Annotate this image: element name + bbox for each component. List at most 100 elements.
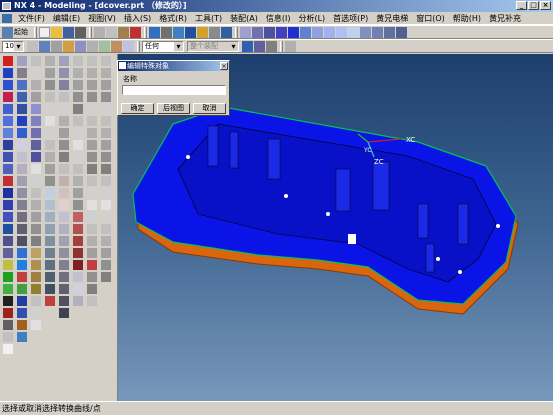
name-input[interactable] — [122, 85, 226, 95]
mate-component-icon[interactable] — [73, 80, 83, 90]
toolbar-grip[interactable] — [89, 26, 92, 38]
edge-blend-icon[interactable] — [3, 332, 13, 342]
delete-object-icon[interactable] — [45, 296, 55, 306]
table-icon[interactable] — [87, 248, 97, 258]
window-title-bar[interactable]: NX 4 - Modeling - [dcover.prt （修改的）] _ □… — [0, 0, 553, 12]
comparison-icon[interactable] — [59, 248, 69, 258]
constrain-face-icon[interactable] — [101, 236, 111, 246]
wcs-rotate-icon[interactable] — [87, 68, 97, 78]
pattern-face-icon[interactable] — [101, 176, 111, 186]
menu-help[interactable]: 帮助(H) — [449, 12, 485, 25]
section-curve-icon[interactable] — [31, 224, 41, 234]
chamfer-icon[interactable] — [3, 344, 13, 354]
thicken-icon[interactable] — [3, 260, 13, 270]
save-icon[interactable] — [63, 26, 74, 38]
select-icon[interactable] — [27, 40, 38, 52]
trim-body-icon[interactable] — [3, 272, 13, 282]
filter-reset-icon[interactable] — [242, 40, 253, 52]
bounded-plane-icon[interactable] — [17, 284, 27, 294]
menu-view[interactable]: 视图(V) — [84, 12, 120, 25]
reorder-icon[interactable] — [45, 80, 55, 90]
mirror-body-icon[interactable] — [17, 92, 27, 102]
menu-format[interactable]: 格式(R) — [155, 12, 191, 25]
plane-icon[interactable] — [63, 40, 74, 52]
bridge-icon[interactable] — [17, 224, 27, 234]
datum-csys-icon[interactable] — [87, 140, 97, 150]
curvature-icon[interactable] — [59, 116, 69, 126]
project-curve-icon[interactable] — [31, 200, 41, 210]
options-icon[interactable] — [87, 296, 97, 306]
open-folder-icon[interactable] — [51, 26, 62, 38]
sketch-icon[interactable] — [99, 40, 110, 52]
replace-feature-icon[interactable] — [45, 140, 55, 150]
datum-axis-icon[interactable] — [87, 128, 97, 138]
revolve-icon[interactable] — [3, 80, 13, 90]
swept-icon[interactable] — [17, 272, 27, 282]
wcs-display-icon[interactable] — [87, 92, 97, 102]
shaded-icon[interactable] — [288, 26, 299, 38]
left-view-icon[interactable] — [396, 26, 407, 38]
menu-preferences[interactable]: 首选项(P) — [329, 12, 372, 25]
offset-surface-icon[interactable] — [17, 332, 27, 342]
sequence-icon[interactable] — [73, 140, 83, 150]
face-blend-icon[interactable] — [17, 200, 27, 210]
tools-icon[interactable] — [111, 40, 122, 52]
menu-info[interactable]: 信息(I) — [262, 12, 295, 25]
macro-icon[interactable] — [87, 272, 97, 282]
synchronous-icon[interactable] — [101, 92, 111, 102]
subtract-icon[interactable] — [3, 308, 13, 318]
work-plane-icon[interactable] — [87, 116, 97, 126]
section-analysis-icon[interactable] — [59, 188, 69, 198]
bridge-curve-icon[interactable] — [31, 188, 41, 198]
pan-icon[interactable] — [264, 26, 275, 38]
info-icon[interactable] — [221, 26, 232, 38]
maximize-button[interactable]: □ — [528, 1, 539, 10]
wcs-orient-icon[interactable] — [87, 80, 97, 90]
cut-face-icon[interactable] — [101, 200, 111, 210]
new-component-icon[interactable] — [73, 68, 83, 78]
move-to-layer-icon[interactable] — [45, 224, 55, 234]
scale-icon[interactable] — [17, 152, 27, 162]
exploded-view-icon[interactable] — [73, 128, 83, 138]
mass-properties-icon[interactable] — [59, 92, 69, 102]
hole-icon[interactable] — [3, 152, 13, 162]
wrap-curve-icon[interactable] — [31, 248, 41, 258]
angular-dim-icon[interactable] — [101, 260, 111, 270]
intersect-curve-icon[interactable] — [31, 212, 41, 222]
group-icon[interactable] — [87, 176, 97, 186]
paste-face-icon[interactable] — [101, 212, 111, 222]
offset-face-icon[interactable] — [3, 248, 13, 258]
reposition-icon[interactable] — [73, 92, 83, 102]
front-view-icon[interactable] — [336, 26, 347, 38]
component-array-icon[interactable] — [73, 104, 83, 114]
polygon-icon[interactable] — [31, 128, 41, 138]
offset-curve-icon[interactable] — [31, 176, 41, 186]
start-button[interactable]: 起始 — [14, 27, 28, 37]
back-view-icon[interactable] — [384, 26, 395, 38]
divide-curve-icon[interactable] — [31, 308, 41, 318]
remove-params-icon[interactable] — [45, 152, 55, 162]
top-view-icon[interactable] — [324, 26, 335, 38]
toolbar-grip[interactable] — [235, 26, 238, 38]
attribute-icon[interactable] — [87, 200, 97, 210]
close-button[interactable]: × — [540, 1, 551, 10]
wcs-origin-icon[interactable] — [87, 56, 97, 66]
ejector-pin-icon[interactable] — [73, 260, 83, 270]
layer-settings-icon[interactable] — [45, 212, 55, 222]
toolbar-grip[interactable] — [137, 40, 140, 52]
copy-icon[interactable] — [106, 26, 117, 38]
distance-icon[interactable] — [59, 56, 69, 66]
reflection-icon[interactable] — [59, 128, 69, 138]
mirror-feature-icon[interactable] — [17, 104, 27, 114]
ruled-icon[interactable] — [17, 260, 27, 270]
spline-icon[interactable] — [31, 104, 41, 114]
surface-tool-icon[interactable] — [101, 68, 111, 78]
dialog-close-button[interactable]: × — [220, 62, 228, 70]
snap-point-icon[interactable] — [285, 40, 296, 52]
toolbar-grip[interactable] — [280, 40, 283, 52]
edit-feature-icon[interactable] — [45, 56, 55, 66]
menu-tools[interactable]: 工具(T) — [191, 12, 226, 25]
block-icon[interactable] — [3, 104, 13, 114]
cooling-icon[interactable] — [73, 284, 83, 294]
helix-icon[interactable] — [31, 152, 41, 162]
